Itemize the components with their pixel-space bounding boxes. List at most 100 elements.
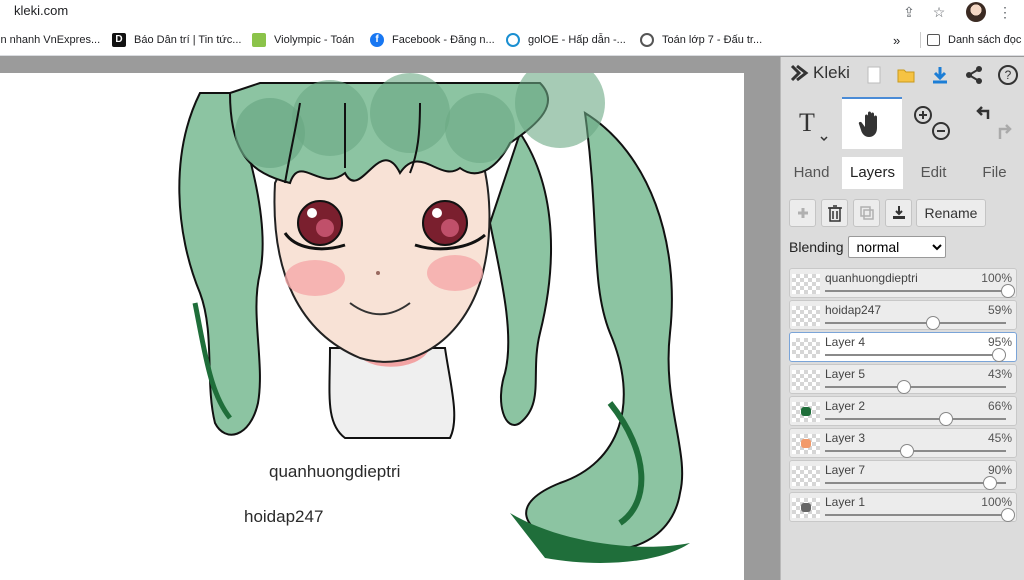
drawing-canvas[interactable]: quanhuongdieptri hoidap247 [0,73,744,580]
layer-row[interactable]: Layer 3 45% [789,428,1017,458]
open-folder-icon[interactable] [895,64,917,86]
layer-row[interactable]: hoidap247 59% [789,300,1017,330]
layer-opacity: 43% [987,367,1012,381]
bookmark-dantri[interactable]: D Báo Dân trí | Tin tức... [112,32,241,48]
tool-bar: T [781,97,1024,149]
ioe-icon [506,33,520,47]
opacity-slider-track[interactable] [825,450,1006,452]
undo-redo-icon [976,106,1012,139]
bookmark-label: Báo Dân trí | Tin tức... [134,34,242,46]
tab-hand[interactable]: Hand [781,157,842,189]
bookmark-label: Violympic - Toán [274,34,355,46]
reading-list-icon [927,34,940,46]
opacity-slider-track[interactable] [825,482,1006,484]
add-layer-button[interactable] [789,199,816,227]
trash-icon [827,205,842,222]
text-tool-icon: T [799,108,828,142]
blending-label: Blending [789,239,844,255]
share-icon[interactable]: ⇪ [899,2,919,22]
layer-row[interactable]: Layer 4 95% [789,332,1017,362]
tab-layers[interactable]: Layers [842,157,903,189]
opacity-slider-track[interactable] [825,418,1006,420]
opacity-slider-knob[interactable] [982,476,997,490]
toan-icon [640,33,654,47]
text-tool[interactable]: T [781,97,841,149]
help-icon[interactable]: ? [997,64,1019,86]
opacity-slider-track[interactable] [825,290,1006,292]
address-bar: kleki.com ⇪ ☆ ⋮ [0,0,1024,24]
layer-opacity: 95% [987,335,1012,349]
undo-redo-tools[interactable] [964,97,1024,149]
kleki-logo[interactable]: Kleki [789,63,850,83]
bookmark-ioe[interactable]: golOE - Hấp dẫn -... [506,32,626,48]
opacity-slider-knob[interactable] [1001,284,1015,298]
layer-opacity: 90% [987,463,1012,477]
bookmark-toan[interactable]: Toán lớp 7 - Đấu tr... [640,32,762,48]
layer-thumbnail [792,434,820,454]
delete-layer-button[interactable] [821,199,848,227]
opacity-slider-knob[interactable] [1001,508,1015,522]
new-file-icon[interactable] [863,64,885,86]
opacity-slider-knob[interactable] [896,380,911,394]
canvas-text-2: hoidap247 [244,507,324,526]
svg-text:T: T [799,108,815,137]
blending-select[interactable]: normal [847,236,946,258]
bookmark-violympic[interactable]: Violympic - Toán [252,32,354,48]
bookmark-label: golOE - Hấp dẫn -... [528,34,626,46]
avatar[interactable] [966,2,986,22]
canvas-text-1: quanhuongdieptri [269,462,401,481]
layer-row[interactable]: Layer 5 43% [789,364,1017,394]
rename-button[interactable]: Rename [916,199,986,227]
share-icon[interactable] [963,64,985,86]
anime-drawing [178,73,690,563]
download-icon[interactable] [929,64,951,86]
violympic-icon [252,33,266,47]
duplicate-layer-button[interactable] [853,199,880,227]
layer-row[interactable]: Layer 2 66% [789,396,1017,426]
kleki-panel: Kleki ? T Hand Layers Edit File Rename B… [780,57,1024,580]
panel-tabs: Hand Layers Edit File [781,157,1024,189]
layer-thumbnail [792,466,820,486]
bookmark-vnexpress[interactable]: in nhanh VnExpres... [0,32,100,48]
opacity-slider-knob[interactable] [938,412,953,426]
opacity-slider-track[interactable] [825,386,1006,388]
layer-name: quanhuongdieptri [825,271,918,285]
reading-list-button[interactable]: Danh sách đọc [920,32,1021,48]
layer-name: Layer 7 [825,463,866,477]
layer-thumbnail [792,274,820,294]
layer-name: hoidap247 [825,303,882,317]
svg-text:?: ? [1005,68,1012,82]
opacity-slider-track[interactable] [825,354,1006,356]
bookmarks-more-button[interactable]: » [893,32,900,48]
layer-opacity: 59% [987,303,1012,317]
layer-row[interactable]: Layer 7 90% [789,460,1017,490]
opacity-slider-knob[interactable] [900,444,915,458]
menu-dots-icon[interactable]: ⋮ [995,2,1015,22]
zoom-tools[interactable] [903,97,963,149]
opacity-slider-track[interactable] [825,322,1006,324]
bookmarks-bar: in nhanh VnExpres... D Báo Dân trí | Tin… [0,24,1024,56]
facebook-icon: f [370,33,384,47]
thumbnail-mark [801,407,811,416]
layer-opacity: 45% [987,431,1012,445]
blending-row: Blending normal [789,235,946,259]
hand-icon [858,111,877,137]
layer-name: Layer 5 [825,367,866,381]
tab-edit[interactable]: Edit [903,157,964,189]
layer-row[interactable]: quanhuongdieptri 100% [789,268,1017,298]
canvas-area[interactable]: quanhuongdieptri hoidap247 [0,57,780,580]
tab-file[interactable]: File [964,157,1024,189]
layer-thumbnail [792,306,820,326]
url-text[interactable]: kleki.com [14,3,68,18]
layer-name: Layer 4 [825,335,866,349]
star-icon[interactable]: ☆ [929,2,949,22]
bookmark-facebook[interactable]: f Facebook - Đăng n... [370,32,495,48]
hand-tool[interactable] [842,97,902,149]
opacity-slider-track[interactable] [825,514,1006,516]
opacity-slider-knob[interactable] [991,348,1006,362]
layer-row[interactable]: Layer 1 100% [789,492,1017,522]
layer-list: quanhuongdieptri 100% hoidap247 59% Layer 4 9… [789,268,1017,524]
layer-thumbnail [792,498,820,518]
opacity-slider-knob[interactable] [925,316,940,330]
merge-down-button[interactable] [885,199,912,227]
